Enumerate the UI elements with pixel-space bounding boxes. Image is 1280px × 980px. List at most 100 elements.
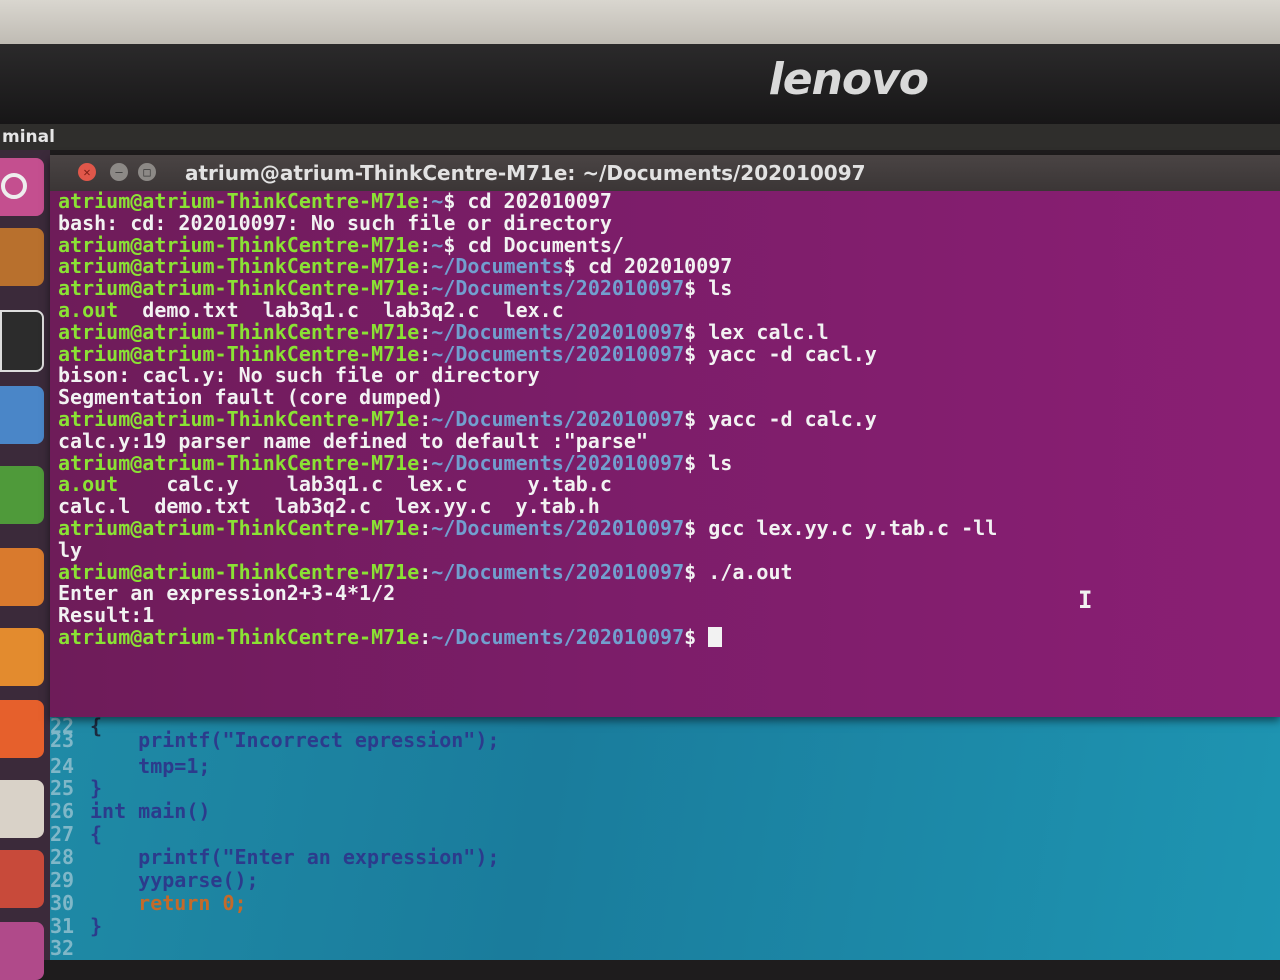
prompt-separator: : <box>419 452 432 475</box>
prompt-separator: : <box>419 256 432 279</box>
line-number: 25 <box>50 776 75 800</box>
calc-icon[interactable] <box>0 466 44 524</box>
maximize-icon[interactable]: □ <box>138 163 156 181</box>
brand-logo: lenovo <box>768 54 929 105</box>
prompt-dollar: $ <box>563 256 576 279</box>
prompt-separator: : <box>419 626 432 649</box>
code-line: 28 printf("Enter an expression"); <box>50 846 1280 869</box>
amazon-icon[interactable] <box>0 780 44 838</box>
terminal-output[interactable]: atrium@atrium-ThinkCentre-M71e:~$ cd 202… <box>58 191 1273 711</box>
command-text: yacc -d calc.y <box>696 408 877 431</box>
prompt-path: ~ <box>431 234 444 257</box>
prompt-user: atrium@atrium-ThinkCentre-M71e <box>58 191 420 213</box>
terminal-window[interactable]: ✕ – □ atrium@atrium-ThinkCentre-M71e: ~/… <box>50 155 1280 717</box>
prompt-dollar: $ <box>443 191 456 213</box>
code-line: 27 { <box>50 823 1280 846</box>
prompt-path: ~/Documents/202010097 <box>431 626 685 649</box>
executable-name: a.out <box>58 299 119 322</box>
command-text: cd 202010097 <box>455 191 612 213</box>
command-text: lex calc.l <box>696 321 829 344</box>
top-panel: minal <box>0 124 1280 150</box>
trash-icon[interactable] <box>0 922 44 980</box>
command-text: cd 202010097 <box>575 256 733 279</box>
command-text: ./a.out <box>696 561 793 584</box>
code-line: 31} <box>50 915 1280 938</box>
terminal-cursor <box>708 626 723 647</box>
output-text: Enter an expression2+3-4*1/2 <box>58 583 396 606</box>
code-text: { <box>90 822 103 846</box>
prompt-path: ~/Documents/202010097 <box>431 452 685 475</box>
prompt-path: ~/Documents/202010097 <box>431 517 685 540</box>
terminal-titlebar[interactable]: ✕ – □ atrium@atrium-ThinkCentre-M71e: ~/… <box>50 155 1280 191</box>
terminal-line: atrium@atrium-ThinkCentre-M71e:~/Documen… <box>58 409 1273 431</box>
code-line: 25} <box>50 777 1280 800</box>
code-line: 26 int main() <box>50 800 1280 823</box>
prompt-separator: : <box>419 561 432 584</box>
prompt-user: atrium@atrium-ThinkCentre-M71e <box>58 234 420 257</box>
launcher-sidebar <box>0 150 50 980</box>
output-text: Segmentation fault (core dumped) <box>58 387 444 409</box>
output-text: bison: cacl.y: No such file or directory <box>58 365 540 388</box>
line-number: 24 <box>50 754 75 778</box>
output-text: demo.txt lab3q1.c lab3q2.c lex.c <box>118 299 564 322</box>
prompt-path: ~/Documents/202010097 <box>431 321 685 344</box>
prompt-path: ~/Documents/202010097 <box>431 278 685 300</box>
prompt-separator: : <box>419 278 432 300</box>
terminal-line: calc.y:19 parser name defined to default… <box>58 431 1273 453</box>
terminal-line: atrium@atrium-ThinkCentre-M71e:~/Documen… <box>58 278 1273 300</box>
code-line: 29 yyparse(); <box>50 869 1280 892</box>
terminal-title: atrium@atrium-ThinkCentre-M71e: ~/Docume… <box>185 161 866 185</box>
settings-icon[interactable] <box>0 850 44 908</box>
files-icon[interactable] <box>0 228 44 286</box>
line-number: 31 <box>50 914 75 938</box>
ubuntu-dash-icon[interactable] <box>0 158 44 216</box>
software-icon[interactable] <box>0 628 44 686</box>
prompt-dollar: $ <box>684 452 697 475</box>
command-text: ls <box>696 278 733 300</box>
panel-app-title: minal <box>2 127 55 147</box>
terminal-line: atrium@atrium-ThinkCentre-M71e:~/Documen… <box>58 322 1273 344</box>
prompt-dollar: $ <box>684 278 697 300</box>
code-line: 32 <box>50 937 1280 960</box>
impress-icon[interactable] <box>0 548 44 606</box>
command-text: ls <box>696 452 733 475</box>
prompt-user: atrium@atrium-ThinkCentre-M71e <box>58 452 420 475</box>
prompt-user: atrium@atrium-ThinkCentre-M71e <box>58 343 420 366</box>
writer-icon[interactable] <box>0 386 44 444</box>
prompt-user: atrium@atrium-ThinkCentre-M71e <box>58 517 420 540</box>
terminal-line: ly <box>58 540 1273 562</box>
monitor-wall <box>0 0 1280 48</box>
code-text: tmp=1; <box>90 754 211 778</box>
firefox-icon[interactable] <box>0 700 44 758</box>
code-line: 30 return 0; <box>50 892 1280 915</box>
prompt-user: atrium@atrium-ThinkCentre-M71e <box>58 408 420 431</box>
prompt-separator: : <box>419 408 432 431</box>
code-text: } <box>90 914 103 938</box>
output-text: calc.y lab3q1.c lex.c y.tab.c <box>118 474 612 497</box>
prompt-dollar: $ <box>684 626 697 649</box>
minimize-icon[interactable]: – <box>110 163 128 181</box>
line-number: 30 <box>50 891 75 915</box>
close-icon[interactable]: ✕ <box>78 163 96 181</box>
text-cursor-icon: I <box>1078 586 1093 614</box>
prompt-separator: : <box>419 191 432 213</box>
command-text: cd Documents/ <box>455 234 624 257</box>
ubuntu-logo-icon <box>1 173 27 199</box>
line-number: 26 <box>50 799 75 823</box>
terminal-line: atrium@atrium-ThinkCentre-M71e:~$ cd Doc… <box>58 235 1273 257</box>
terminal-icon[interactable] <box>0 310 44 372</box>
prompt-dollar: $ <box>684 517 697 540</box>
command-text: yacc -d cacl.y <box>696 343 877 366</box>
output-text: Result:1 <box>58 605 155 627</box>
terminal-line: bison: cacl.y: No such file or directory <box>58 365 1273 387</box>
prompt-separator: : <box>419 234 432 257</box>
prompt-dollar: $ <box>684 343 697 366</box>
output-text: calc.y:19 parser name defined to default… <box>58 430 649 453</box>
terminal-line: atrium@atrium-ThinkCentre-M71e:~/Documen… <box>58 344 1273 366</box>
prompt-separator: : <box>419 321 432 344</box>
terminal-line: atrium@atrium-ThinkCentre-M71e:~$ cd 202… <box>58 191 1273 213</box>
terminal-line: atrium@atrium-ThinkCentre-M71e:~/Documen… <box>58 626 1273 649</box>
code-editor[interactable]: 22{ 23 printf("Incorrect epression"); 24… <box>50 715 1280 960</box>
executable-name: a.out <box>58 474 119 497</box>
code-text: return 0; <box>90 891 247 915</box>
